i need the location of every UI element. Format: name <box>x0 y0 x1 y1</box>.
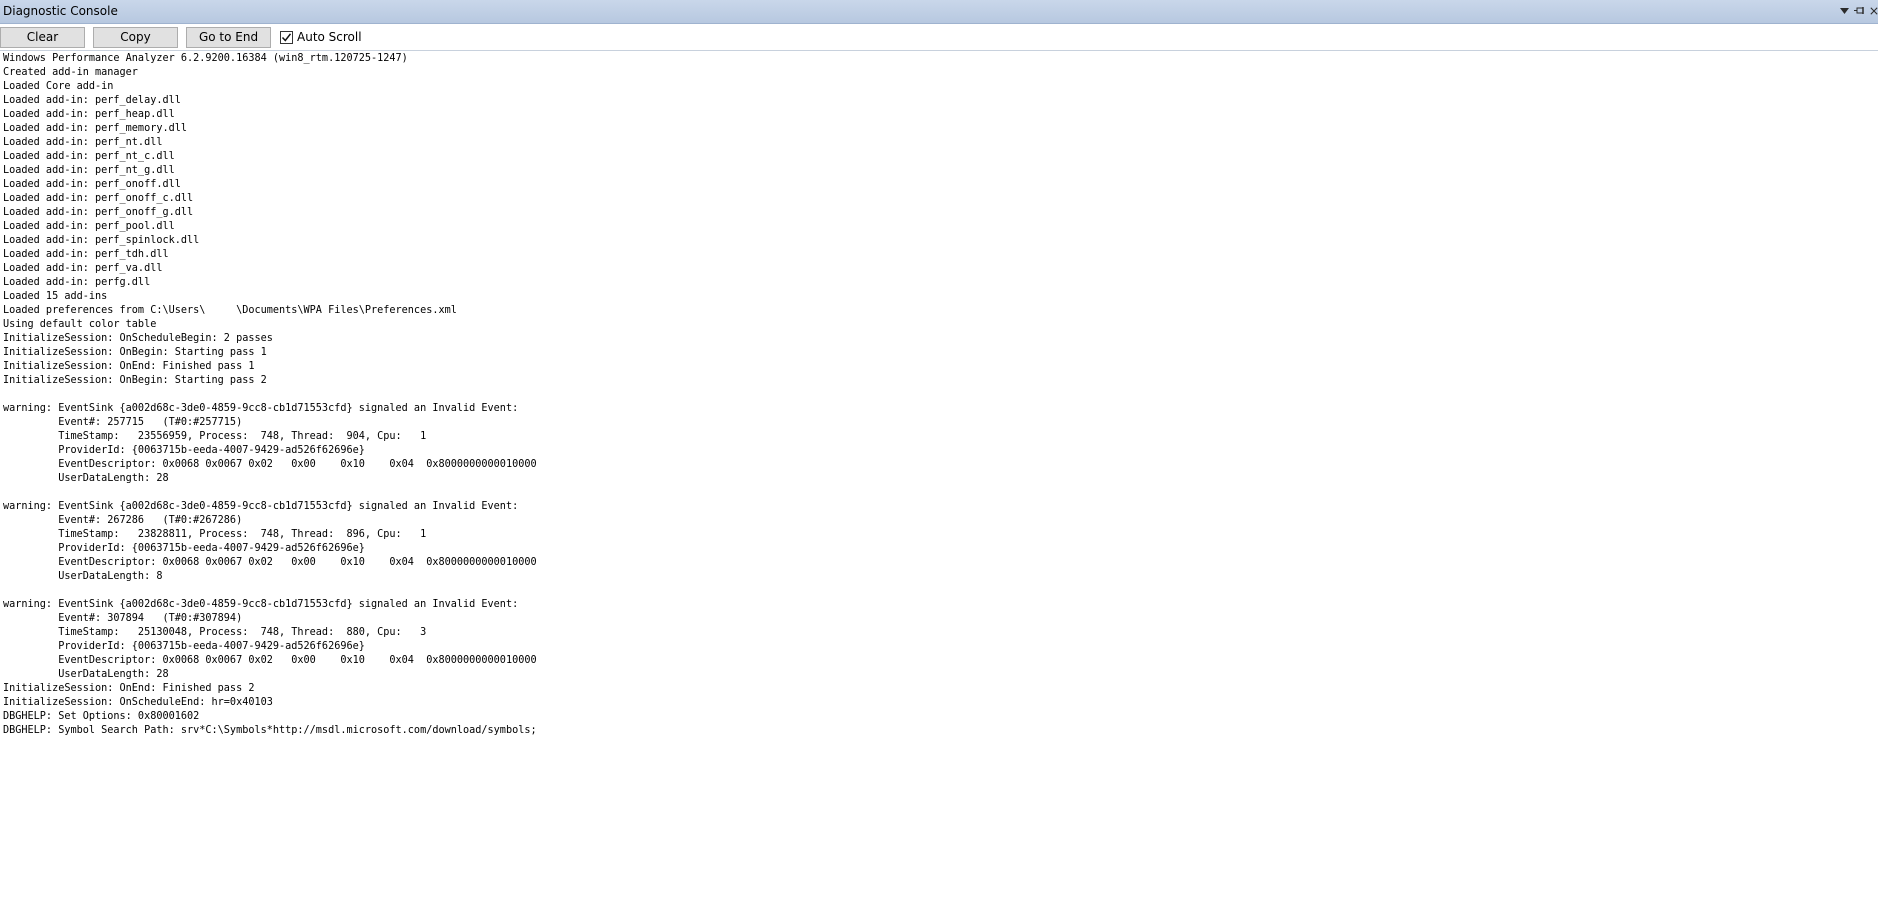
auto-scroll-label: Auto Scroll <box>297 30 362 44</box>
console-line: Loaded add-in: perf_onoff.dll <box>3 179 181 190</box>
console-line: InitializeSession: OnScheduleBegin: 2 pa… <box>3 333 273 344</box>
console-line: warning: EventSink {a002d68c-3de0-4859-9… <box>3 599 519 610</box>
console-line: warning: EventSink {a002d68c-3de0-4859-9… <box>3 501 519 512</box>
console-line: Loaded add-in: perf_spinlock.dll <box>3 235 200 246</box>
console-line: Event#: 267286 (T#0:#267286) <box>3 515 243 526</box>
console-line: Loaded add-in: perf_memory.dll <box>3 123 188 134</box>
toolbar: Clear Copy Go to End Auto Scroll <box>0 25 1878 50</box>
close-icon[interactable] <box>1870 4 1878 18</box>
console-line: Event#: 307894 (T#0:#307894) <box>3 613 243 624</box>
console-line: DBGHELP: Set Options: 0x80001602 <box>3 711 200 722</box>
clear-button[interactable]: Clear <box>0 27 85 48</box>
console-line: warning: EventSink {a002d68c-3de0-4859-9… <box>3 403 519 414</box>
console-line: Loaded add-in: perf_pool.dll <box>3 221 175 232</box>
auto-scroll-checkbox[interactable] <box>280 30 293 44</box>
checkmark-icon <box>281 32 292 42</box>
console-line: EventDescriptor: 0x0068 0x0067 0x02 0x00… <box>3 655 537 666</box>
console-line: InitializeSession: OnScheduleEnd: hr=0x4… <box>3 697 273 708</box>
console-line: EventDescriptor: 0x0068 0x0067 0x02 0x00… <box>3 557 537 568</box>
console-line: Loaded preferences from C:\Users\ \Docum… <box>3 305 457 316</box>
console-line: UserDataLength: 28 <box>3 669 169 680</box>
console-line: Loaded 15 add-ins <box>3 291 108 302</box>
console-line: UserDataLength: 28 <box>3 473 169 484</box>
console-line: InitializeSession: OnEnd: Finished pass … <box>3 683 255 694</box>
console-line: UserDataLength: 8 <box>3 571 163 582</box>
console-line: Loaded add-in: perf_va.dll <box>3 263 163 274</box>
console-line: TimeStamp: 23828811, Process: 748, Threa… <box>3 529 427 540</box>
console-output[interactable]: Windows Performance Analyzer 6.2.9200.16… <box>3 52 1873 897</box>
title-controls <box>1838 4 1878 18</box>
console-line: ProviderId: {0063715b-eeda-4007-9429-ad5… <box>3 641 365 652</box>
chevron-down-icon[interactable] <box>1838 4 1850 18</box>
console-line: ProviderId: {0063715b-eeda-4007-9429-ad5… <box>3 445 365 456</box>
console-line: Loaded add-in: perf_nt.dll <box>3 137 163 148</box>
console-line: InitializeSession: OnEnd: Finished pass … <box>3 361 255 372</box>
toolbar-divider <box>0 50 1878 51</box>
console-line: Created add-in manager <box>3 67 138 78</box>
console-line: InitializeSession: OnBegin: Starting pas… <box>3 347 267 358</box>
console-line: Loaded add-in: perfg.dll <box>3 277 151 288</box>
console-line: ProviderId: {0063715b-eeda-4007-9429-ad5… <box>3 543 365 554</box>
console-line: EventDescriptor: 0x0068 0x0067 0x02 0x00… <box>3 459 537 470</box>
console-line: Loaded add-in: perf_onoff_g.dll <box>3 207 194 218</box>
diagnostic-console-window: Diagnostic Console Clear Copy Go to End … <box>0 0 1878 901</box>
console-line: InitializeSession: OnBegin: Starting pas… <box>3 375 267 386</box>
copy-button[interactable]: Copy <box>93 27 178 48</box>
console-line: Loaded add-in: perf_delay.dll <box>3 95 181 106</box>
console-line: Loaded add-in: perf_onoff_c.dll <box>3 193 194 204</box>
window-title: Diagnostic Console <box>3 4 118 18</box>
console-line: TimeStamp: 23556959, Process: 748, Threa… <box>3 431 427 442</box>
auto-scroll-toggle[interactable]: Auto Scroll <box>280 30 362 44</box>
console-line: Loaded add-in: perf_heap.dll <box>3 109 175 120</box>
console-line: TimeStamp: 25130048, Process: 748, Threa… <box>3 627 427 638</box>
console-line: Loaded add-in: perf_nt_c.dll <box>3 151 175 162</box>
console-line: Using default color table <box>3 319 157 330</box>
pin-icon[interactable] <box>1854 4 1866 18</box>
titlebar: Diagnostic Console <box>0 0 1878 24</box>
console-line: Windows Performance Analyzer 6.2.9200.16… <box>3 53 408 64</box>
console-line: Loaded add-in: perf_tdh.dll <box>3 249 169 260</box>
go-to-end-button[interactable]: Go to End <box>186 27 271 48</box>
console-line: Event#: 257715 (T#0:#257715) <box>3 417 243 428</box>
console-line: Loaded Core add-in <box>3 81 114 92</box>
console-line: Loaded add-in: perf_nt_g.dll <box>3 165 175 176</box>
console-line: DBGHELP: Symbol Search Path: srv*C:\Symb… <box>3 725 537 736</box>
